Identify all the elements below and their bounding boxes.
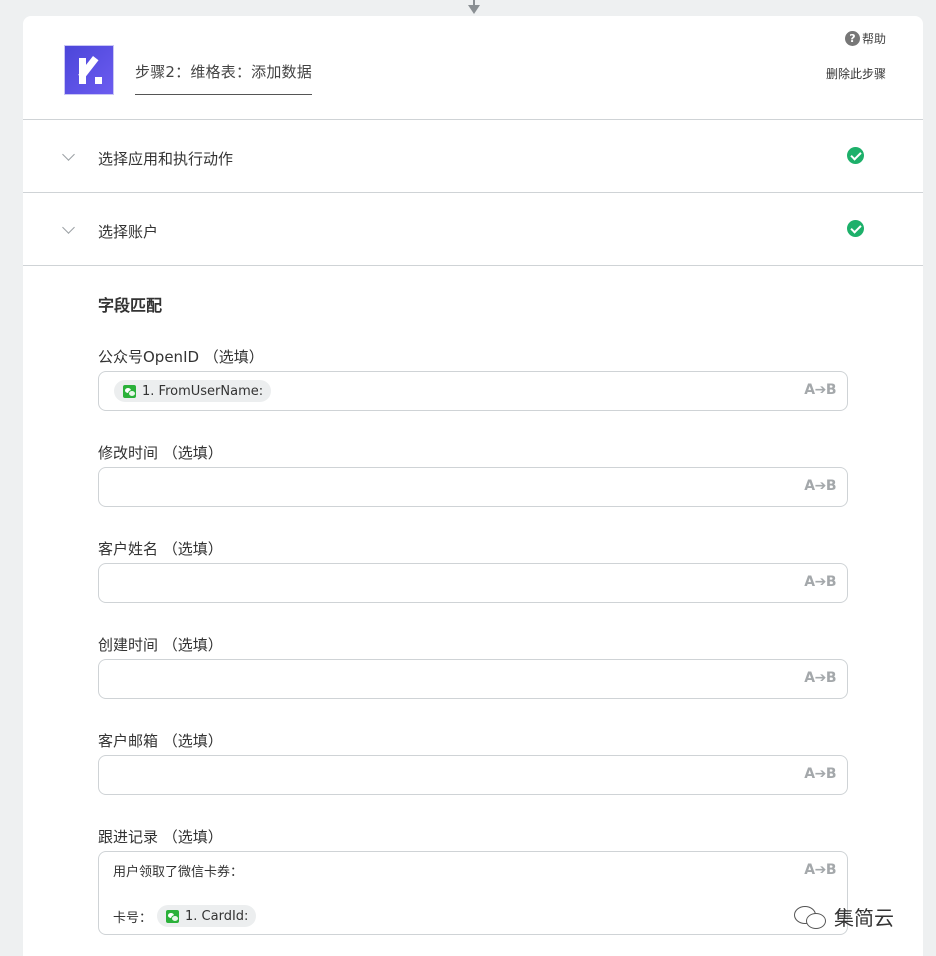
wechat-icon	[166, 909, 179, 923]
text-format-icon[interactable]: A➔B	[804, 478, 836, 494]
text-format-icon[interactable]: A➔B	[804, 862, 836, 878]
field-label-follow-up: 跟进记录 （选填）	[98, 828, 223, 846]
variable-token[interactable]: 1. CardId:	[157, 905, 257, 927]
field-label-modified-time: 修改时间 （选填）	[98, 444, 223, 462]
token-label: 1. CardId:	[185, 908, 249, 924]
card-number-prefix: 卡号：	[113, 911, 153, 926]
openid-input[interactable]: 1. FromUserName: A➔B	[98, 371, 848, 411]
chevron-down-icon	[62, 221, 75, 234]
watermark-text: 集简云	[834, 906, 894, 930]
chevron-down-icon	[62, 148, 75, 161]
field-label-created-time: 创建时间 （选填）	[98, 636, 223, 654]
variable-token[interactable]: 1. FromUserName:	[114, 380, 272, 402]
flow-connector-arrow	[467, 0, 481, 16]
field-label-customer-email: 客户邮箱 （选填）	[98, 732, 223, 750]
help-link[interactable]: ? 帮助	[844, 30, 886, 47]
textarea-text-line: 用户领取了微信卡券：	[113, 865, 244, 880]
help-label: 帮助	[861, 32, 886, 46]
text-format-icon[interactable]: A➔B	[804, 382, 836, 398]
help-icon: ?	[844, 31, 860, 46]
check-circle-icon	[847, 147, 864, 164]
delete-step-button[interactable]: 删除此步骤	[826, 65, 886, 82]
text-format-icon[interactable]: A➔B	[804, 766, 836, 782]
field-mapping-title: 字段匹配	[98, 296, 163, 315]
customer-email-input[interactable]: A➔B	[98, 755, 848, 795]
wechat-icon	[123, 384, 136, 398]
field-label-customer-name: 客户姓名 （选填）	[98, 540, 223, 558]
section-label: 选择账户	[98, 223, 159, 241]
created-time-input[interactable]: A➔B	[98, 659, 848, 699]
section-select-app-action[interactable]: 选择应用和执行动作	[23, 120, 923, 193]
customer-name-input[interactable]: A➔B	[98, 563, 848, 603]
vika-app-logo	[64, 45, 114, 95]
step-title[interactable]: 步骤2：维格表：添加数据	[135, 61, 312, 95]
section-label: 选择应用和执行动作	[98, 150, 234, 168]
section-select-account[interactable]: 选择账户	[23, 193, 923, 266]
watermark: 集简云	[794, 902, 894, 931]
follow-up-textarea[interactable]: 用户领取了微信卡券： 卡号： 1. CardId: A➔B	[98, 851, 848, 935]
step-card: 步骤2：维格表：添加数据 ? 帮助 删除此步骤 选择应用和执行动作 选择账户 字…	[23, 16, 923, 956]
text-format-icon[interactable]: A➔B	[804, 574, 836, 590]
check-circle-icon	[847, 220, 864, 237]
wechat-outline-icon	[794, 904, 828, 930]
token-label: 1. FromUserName:	[142, 383, 264, 399]
field-label-openid: 公众号OpenID （选填）	[98, 348, 264, 366]
modified-time-input[interactable]: A➔B	[98, 467, 848, 507]
step-header: 步骤2：维格表：添加数据 ? 帮助 删除此步骤	[23, 16, 923, 120]
text-format-icon[interactable]: A➔B	[804, 670, 836, 686]
